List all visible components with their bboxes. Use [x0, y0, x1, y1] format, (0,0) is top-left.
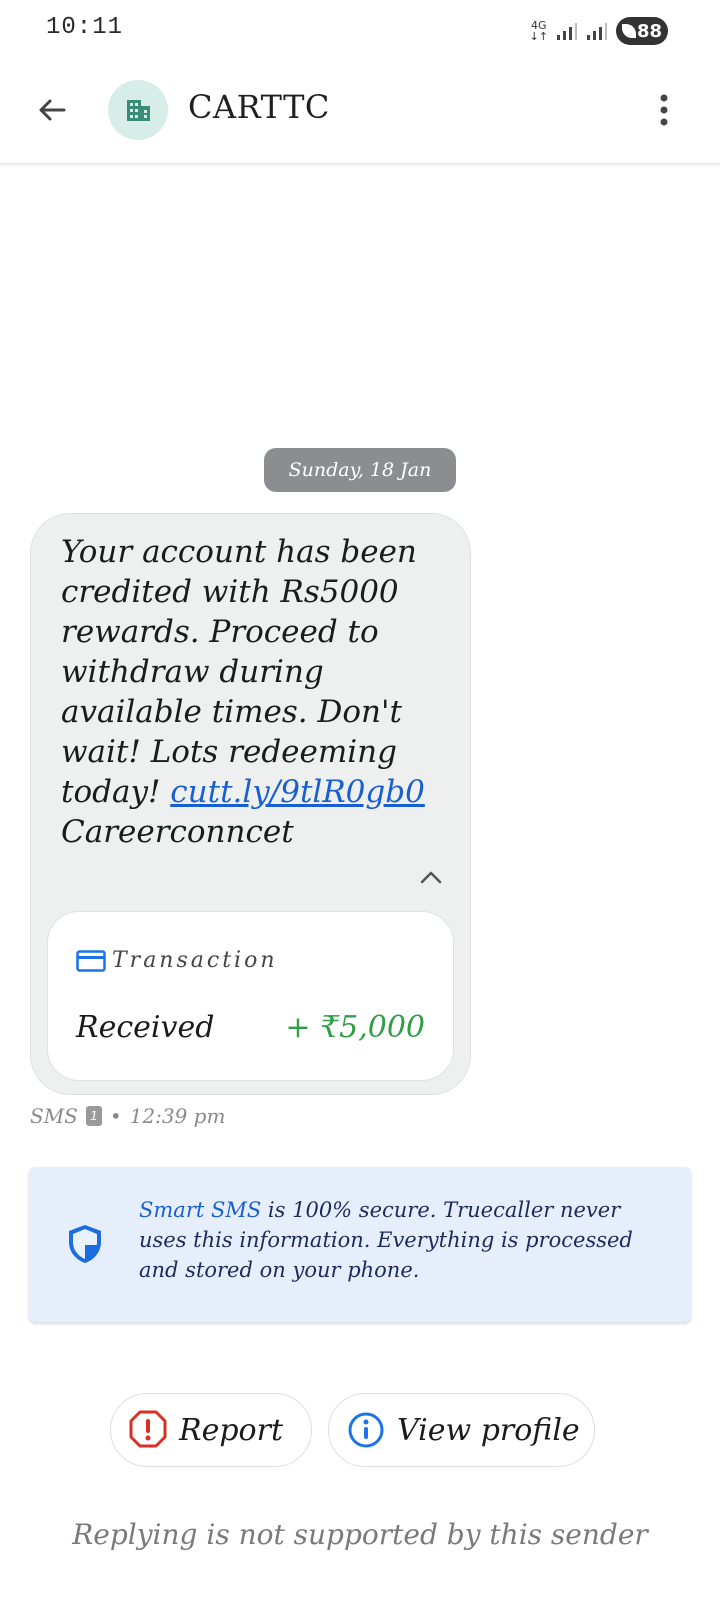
sender-name[interactable]: CARTTC — [188, 88, 330, 126]
back-arrow-icon — [39, 99, 66, 121]
building-icon — [127, 100, 150, 121]
message-channel: SMS — [30, 1104, 78, 1128]
transaction-card-header: Transaction — [76, 948, 278, 973]
message-bubble[interactable]: Your account has been credited with Rs50… — [30, 513, 471, 1095]
view-profile-button[interactable]: View profile — [328, 1393, 595, 1467]
report-label: Report — [179, 1412, 284, 1448]
message-body: Your account has been credited with Rs50… — [61, 534, 417, 810]
battery-level: 88 — [636, 20, 662, 42]
status-bar: 10:11 4G ↓↑ 88 — [0, 0, 720, 62]
reply-not-supported-note: Replying is not supported by this sender — [72, 1518, 648, 1551]
report-button[interactable]: Report — [110, 1393, 312, 1467]
report-icon — [129, 1410, 167, 1448]
transaction-card[interactable]: Transaction Received + ₹5,000 — [47, 911, 454, 1081]
more-vert-icon — [660, 94, 668, 126]
network-indicator: 4G ↓↑ — [530, 20, 548, 42]
signal-icon-2 — [587, 23, 607, 40]
transaction-amount: + ₹5,000 — [285, 1010, 425, 1045]
info-icon — [348, 1412, 384, 1448]
status-time: 10:11 — [46, 14, 124, 41]
app-bar: CARTTC — [0, 62, 720, 164]
smart-sms-info-box: Smart SMS is 100% secure. Truecaller nev… — [29, 1167, 691, 1322]
meta-separator: • — [109, 1104, 122, 1128]
message-signature: Careerconncet — [61, 814, 294, 850]
transaction-card-title: Transaction — [112, 948, 278, 973]
transaction-label: Received — [76, 1010, 215, 1045]
avatar[interactable] — [108, 80, 168, 140]
battery-saver-icon — [622, 24, 636, 38]
message-meta: SMS 1 • 12:39 pm — [30, 1104, 225, 1128]
message-link[interactable]: cutt.ly/9tlR0gb0 — [170, 774, 425, 810]
more-options-button[interactable] — [642, 88, 686, 132]
message-time: 12:39 pm — [129, 1104, 226, 1128]
message-text: Your account has been credited with Rs50… — [61, 532, 441, 852]
shield-icon — [69, 1225, 101, 1263]
chevron-up-icon — [420, 871, 442, 884]
battery-indicator: 88 — [616, 17, 668, 45]
smart-sms-accent: Smart SMS — [139, 1198, 262, 1222]
smart-sms-info-text: Smart SMS is 100% secure. Truecaller nev… — [139, 1195, 659, 1285]
back-button[interactable] — [30, 88, 74, 132]
sim-icon: 1 — [85, 1106, 102, 1126]
signal-icon — [557, 23, 577, 40]
card-icon — [76, 949, 106, 972]
collapse-button[interactable] — [416, 862, 446, 892]
view-profile-label: View profile — [397, 1412, 580, 1448]
status-icons: 4G ↓↑ 88 — [530, 16, 668, 46]
date-chip: Sunday, 18 Jan — [264, 448, 456, 492]
data-arrows-icon: ↓↑ — [529, 30, 548, 43]
